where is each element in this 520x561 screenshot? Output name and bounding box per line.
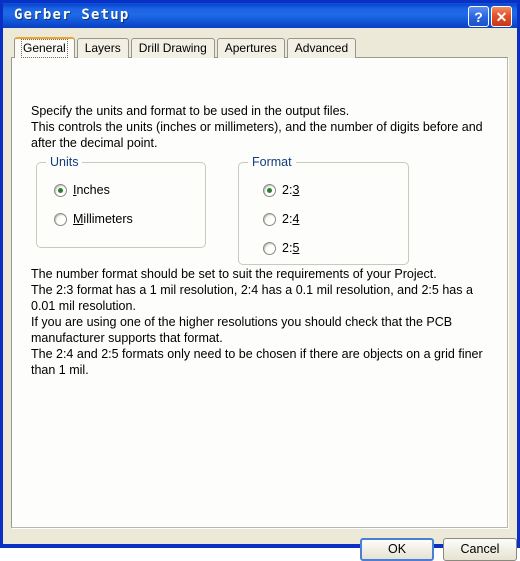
accel-letter: 5 <box>292 241 300 255</box>
tab-general[interactable]: General <box>14 37 75 58</box>
tab-layers-label: Layers <box>84 41 121 55</box>
format-group-title: Format <box>248 155 296 169</box>
title-bar: Gerber Setup ? ✕ <box>0 0 520 28</box>
close-icon[interactable]: ✕ <box>491 6 512 27</box>
ok-button[interactable]: OK <box>360 538 434 561</box>
label-rest: nches <box>76 183 110 197</box>
units-group-title: Units <box>46 155 83 169</box>
tab-drill-drawing-label: Drill Drawing <box>138 41 207 55</box>
radio-units-inches-label: Inches <box>73 183 110 197</box>
radio-format-2-3-label: 2:3 <box>282 183 299 197</box>
tab-advanced-label: Advanced <box>294 41 349 55</box>
accel-letter: M <box>73 212 84 226</box>
label-prefix: 2: <box>282 241 293 255</box>
tab-layers[interactable]: Layers <box>76 38 129 58</box>
radio-format-2-5[interactable]: 2:5 <box>263 241 299 255</box>
cancel-button[interactable]: Cancel <box>443 538 517 561</box>
tab-drill-drawing[interactable]: Drill Drawing <box>130 38 215 58</box>
radio-indicator-icon <box>263 241 276 255</box>
units-group: Units Inches Millimeters <box>36 155 206 248</box>
help-icon[interactable]: ? <box>468 6 489 27</box>
format-notes-description: The number format should be set to suit … <box>31 267 483 377</box>
title-bar-buttons: ? ✕ <box>468 6 512 27</box>
radio-indicator-icon <box>54 212 67 226</box>
radio-indicator-icon <box>263 212 276 226</box>
radio-format-2-4[interactable]: 2:4 <box>263 212 299 226</box>
dialog-body: General Layers Drill Drawing Apertures A… <box>3 28 517 561</box>
label-prefix: 2: <box>282 183 293 197</box>
label-rest: illimeters <box>83 212 133 226</box>
radio-indicator-icon <box>54 183 67 197</box>
radio-units-millimeters[interactable]: Millimeters <box>54 212 133 226</box>
tab-advanced[interactable]: Advanced <box>286 38 357 58</box>
radio-format-2-5-label: 2:5 <box>282 241 299 255</box>
accel-letter: 3 <box>292 183 300 197</box>
radio-units-inches[interactable]: Inches <box>54 183 110 197</box>
gerber-setup-dialog: Gerber Setup ? ✕ General Layers Drill Dr… <box>0 0 520 561</box>
tab-apertures-label: Apertures <box>224 41 277 55</box>
format-group: Format 2:3 2:4 2:5 <box>238 155 409 265</box>
intro-description: Specify the units and format to be used … <box>31 104 483 150</box>
label-prefix: 2: <box>282 212 293 226</box>
radio-units-millimeters-label: Millimeters <box>73 212 133 226</box>
accel-letter: 4 <box>292 212 300 226</box>
tab-general-label: General <box>21 39 68 58</box>
general-tab-panel: Specify the units and format to be used … <box>11 57 508 528</box>
tab-strip: General Layers Drill Drawing Apertures A… <box>14 37 358 58</box>
radio-format-2-3[interactable]: 2:3 <box>263 183 299 197</box>
radio-format-2-4-label: 2:4 <box>282 212 299 226</box>
window-title: Gerber Setup <box>14 7 130 23</box>
radio-indicator-icon <box>263 183 276 197</box>
tab-apertures[interactable]: Apertures <box>216 38 285 58</box>
